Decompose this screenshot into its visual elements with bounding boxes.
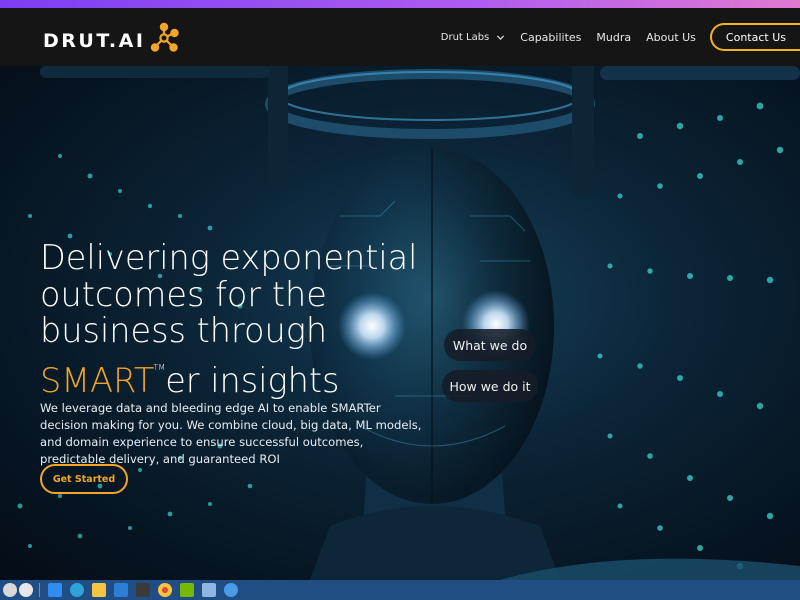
- how-we-do-it-button[interactable]: How we do it: [442, 370, 538, 402]
- taskbar-separator: [39, 583, 40, 597]
- headline-line-1: Delivering exponential: [40, 238, 418, 277]
- hero-headline: Delivering exponential outcomes for the …: [40, 238, 460, 400]
- what-we-do-button[interactable]: What we do: [444, 329, 536, 361]
- nav-item-label: Mudra: [596, 30, 632, 44]
- browser-top-strip: [0, 0, 800, 8]
- vscode-icon[interactable]: [114, 583, 128, 597]
- headline-line-2: outcomes for the: [40, 274, 327, 314]
- nvidia-icon[interactable]: [180, 583, 194, 597]
- nav-item-label: About Us: [646, 30, 696, 44]
- brand-name: DRUT.AI: [43, 30, 146, 52]
- site-header: DRUT.AI Drut Labs Capabilites Mudra Abou…: [0, 8, 800, 66]
- get-started-button[interactable]: Get Started: [40, 464, 128, 494]
- nav-item-mudra[interactable]: Mudra: [596, 31, 631, 44]
- contact-us-button[interactable]: Contact Us: [709, 23, 800, 51]
- chat-icon[interactable]: [19, 583, 33, 597]
- terminal-icon[interactable]: [136, 583, 150, 597]
- chrome-icon[interactable]: [158, 583, 172, 597]
- os-taskbar: [0, 580, 800, 600]
- headline-suffix: er insights: [165, 360, 340, 400]
- chrome-icon-2[interactable]: [224, 583, 238, 597]
- hero-subtext: We leverage data and bleeding edge AI to…: [40, 401, 422, 466]
- headline-accent-smart: SMART: [40, 360, 155, 400]
- brand-mark-icon: [151, 22, 180, 52]
- trademark-mark: TM: [153, 362, 166, 372]
- main-nav: Drut Labs Capabilites Mudra About Us Con…: [426, 8, 800, 66]
- windows-icon[interactable]: [48, 583, 62, 597]
- brand-logo[interactable]: DRUT.AI: [43, 22, 181, 55]
- nav-item-label: Drut Labs: [440, 31, 490, 43]
- network-icon[interactable]: [202, 583, 216, 597]
- folder-icon[interactable]: [92, 583, 106, 597]
- nav-item-about-us[interactable]: About Us: [646, 31, 696, 44]
- edge-icon[interactable]: [70, 583, 84, 597]
- chevron-down-icon: [497, 34, 505, 40]
- search-icon[interactable]: [3, 583, 17, 597]
- nav-item-drut-labs[interactable]: Drut Labs: [441, 32, 506, 43]
- hero-section: Delivering exponential outcomes for the …: [0, 66, 800, 580]
- headline-line-3: business through: [40, 311, 328, 350]
- nav-item-capabilites[interactable]: Capabilites: [520, 31, 581, 44]
- nav-item-label: Capabilites: [520, 30, 582, 44]
